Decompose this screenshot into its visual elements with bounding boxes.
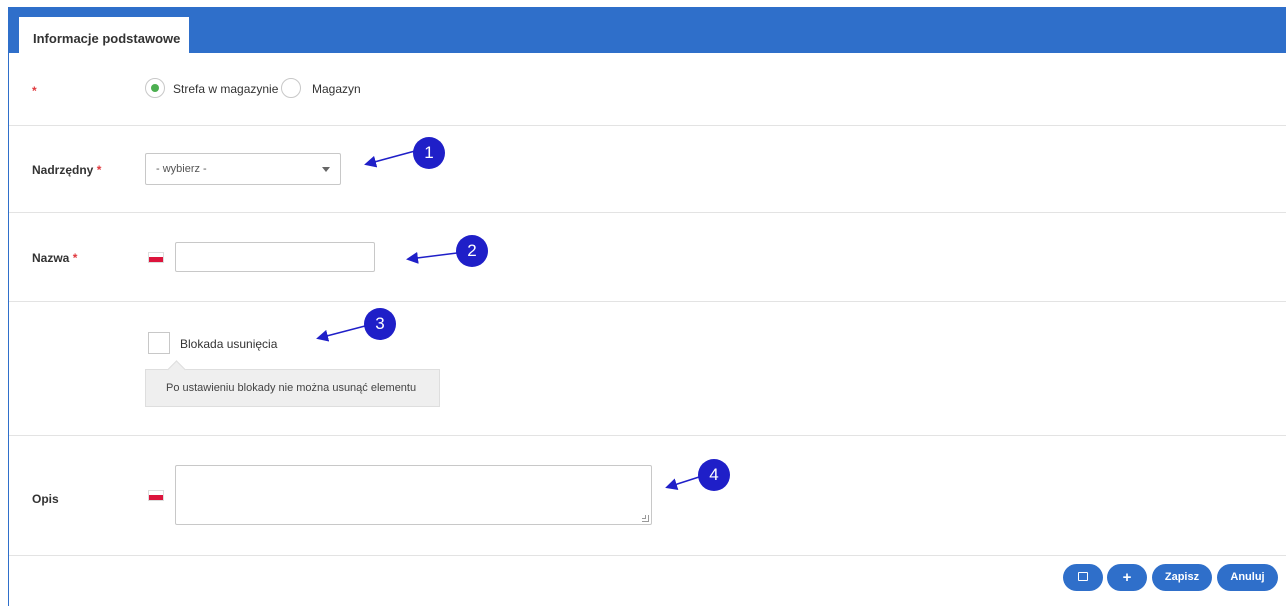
lock-row: Blokada usunięcia Po ustawieniu blokady …	[9, 302, 1286, 436]
lock-tooltip: Po ustawieniu blokady nie można usunąć e…	[145, 369, 440, 407]
form-window: Informacje podstawowe * Strefa w magazyn…	[8, 7, 1286, 606]
save-back-icon	[1078, 571, 1088, 581]
name-label: Nazwa *	[32, 251, 77, 265]
parent-row: Nadrzędny * - wybierz - 1	[9, 126, 1286, 213]
annotation-badge-1: 1	[413, 137, 445, 169]
required-mark: *	[32, 84, 37, 98]
type-row: * Strefa w magazynie Magazyn	[9, 53, 1286, 126]
annotation-badge-4: 4	[698, 459, 730, 491]
required-mark: *	[96, 163, 102, 177]
save-button[interactable]: Zapisz	[1152, 564, 1212, 591]
parent-label: Nadrzędny *	[32, 163, 101, 177]
required-mark: *	[72, 251, 78, 265]
parent-select-value: - wybierz -	[156, 163, 207, 175]
cancel-button[interactable]: Anuluj	[1217, 564, 1278, 591]
chevron-down-icon	[322, 167, 330, 172]
flag-pl-icon	[148, 490, 164, 501]
desc-row: Opis 4	[9, 436, 1286, 556]
lock-tooltip-text: Po ustawieniu blokady nie można usunąć e…	[166, 382, 417, 394]
lock-checkbox[interactable]	[148, 332, 170, 354]
plus-icon: +	[1122, 569, 1132, 586]
resize-grip-icon[interactable]	[642, 515, 649, 522]
tab-bar: Informacje podstawowe	[9, 7, 1286, 53]
parent-select[interactable]: - wybierz -	[145, 153, 341, 185]
annotation-badge-3: 3	[364, 308, 396, 340]
name-input[interactable]	[175, 242, 375, 272]
flag-pl-icon	[148, 252, 164, 263]
radio-strefa-label: Strefa w magazynie	[173, 82, 279, 96]
add-button[interactable]: +	[1107, 564, 1147, 591]
desc-label: Opis	[32, 492, 59, 506]
lock-checkbox-label: Blokada usunięcia	[180, 337, 278, 351]
parent-label-text: Nadrzędny	[32, 163, 94, 177]
radio-strefa[interactable]	[145, 78, 165, 98]
save-back-button[interactable]	[1063, 564, 1103, 591]
desc-textarea[interactable]	[175, 465, 652, 525]
name-label-text: Nazwa	[32, 251, 70, 265]
name-row: Nazwa * 2	[9, 213, 1286, 302]
tab-basic-info[interactable]: Informacje podstawowe	[19, 17, 189, 53]
radio-magazyn[interactable]	[281, 78, 301, 98]
annotation-badge-2: 2	[456, 235, 488, 267]
radio-magazyn-label: Magazyn	[312, 82, 361, 96]
